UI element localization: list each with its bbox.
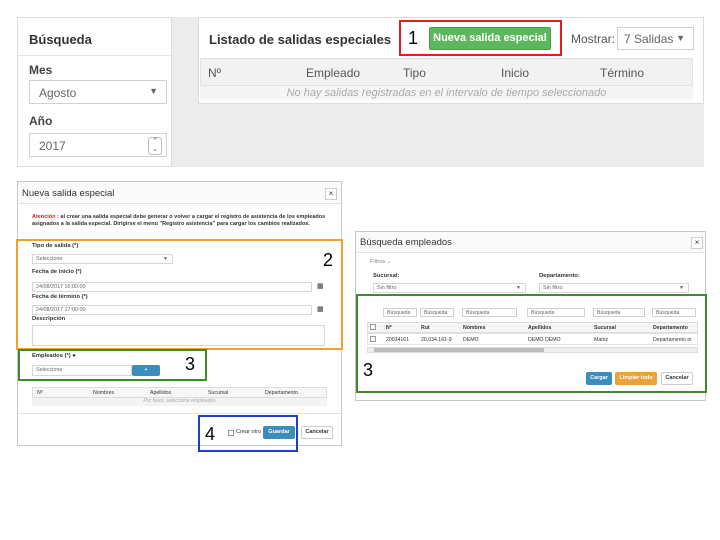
show-label: Mostrar: <box>571 32 616 46</box>
highlight-box-1 <box>399 20 562 56</box>
warning-prefix: Atención : <box>32 214 59 220</box>
highlight-box-3 <box>356 294 707 393</box>
close-icon[interactable]: × <box>691 237 703 249</box>
year-label: Año <box>29 114 53 128</box>
callout-4: 4 <box>205 424 216 444</box>
department-label: Departamento: <box>539 273 580 279</box>
chevron-down-icon: ▼ <box>679 285 684 291</box>
warning-message: Atención : al crear una salida especial … <box>32 214 332 228</box>
divider <box>18 55 171 56</box>
employees-table-header: Nº Nombres Apellidos Sucursal Departamen… <box>32 387 327 398</box>
department-select[interactable]: Sin filtro ▼ <box>539 283 689 293</box>
cancel-button[interactable]: Cancelar <box>301 426 333 439</box>
search-panel-title: Búsqueda <box>29 32 92 47</box>
empty-message: No hay salidas registradas en el interva… <box>200 86 693 100</box>
chevron-down-icon: ▼ <box>516 285 521 291</box>
warning-text: al crear una salida especial debe genera… <box>32 214 326 227</box>
show-value: 7 Salidas <box>624 32 674 46</box>
close-icon[interactable]: × <box>325 188 337 200</box>
divider <box>18 413 341 414</box>
chevron-down-icon: ▼ <box>149 86 158 96</box>
col-start: Inicio <box>501 66 530 80</box>
callout-3: 3 <box>185 354 196 374</box>
modal-title: Nueva salida especial <box>22 188 115 199</box>
spinner-icon[interactable]: ⌃ ⌄ <box>148 137 162 155</box>
col-type: Tipo <box>403 66 426 80</box>
chevron-down-icon: ▼ <box>676 33 685 43</box>
modal-header: Búsqueda empleados × <box>356 232 705 253</box>
year-input[interactable]: 2017 ⌃ ⌄ <box>29 133 167 157</box>
branch-value: Sin filtro <box>377 285 397 291</box>
highlight-box-3 <box>18 349 207 381</box>
top-screenshot: Búsqueda Mes Agosto ▼ Año 2017 ⌃ ⌄ Listad… <box>17 17 704 167</box>
month-label: Mes <box>29 63 53 77</box>
callout-1: 1 <box>408 28 419 48</box>
col-lastnames: Apellidos <box>150 390 172 396</box>
new-special-exit-modal: Nueva salida especial × Atención : al cr… <box>16 181 343 452</box>
col-number: Nº <box>208 66 222 80</box>
search-panel: Búsqueda Mes Agosto ▼ Año 2017 ⌃ ⌄ <box>17 17 172 167</box>
modal-title: Búsqueda empleados <box>360 237 452 248</box>
modal-header: Nueva salida especial × <box>18 182 341 204</box>
callout-2: 2 <box>323 250 334 270</box>
col-number: Nº <box>37 390 43 396</box>
employee-search-modal: Búsqueda empleados × Filtros ⌄ Sucursal:… <box>355 231 707 401</box>
department-value: Sin filtro <box>543 285 563 291</box>
branch-label: Sucursal: <box>373 273 400 279</box>
col-end: Término <box>600 66 645 80</box>
col-names: Nombres <box>93 390 115 396</box>
callout-3: 3 <box>363 360 374 380</box>
table-header: Nº Empleado Tipo Inicio Término <box>200 58 693 86</box>
col-employee: Empleado <box>306 66 361 80</box>
col-branch: Sucursal <box>208 390 229 396</box>
month-value: Agosto <box>39 86 77 100</box>
show-select[interactable]: 7 Salidas ▼ <box>617 27 694 50</box>
filters-toggle[interactable]: Filtros ⌄ <box>370 259 391 265</box>
highlight-box-2 <box>16 239 343 350</box>
filters-label: Filtros <box>370 259 386 265</box>
list-panel-title: Listado de salidas especiales <box>209 32 392 47</box>
col-department: Departamento <box>265 390 298 396</box>
year-value: 2017 <box>39 139 66 153</box>
empty-message: Por favor, seleccione empleados <box>32 398 327 406</box>
month-select[interactable]: Agosto ▼ <box>29 80 167 104</box>
branch-select[interactable]: Sin filtro ▼ <box>373 283 526 293</box>
